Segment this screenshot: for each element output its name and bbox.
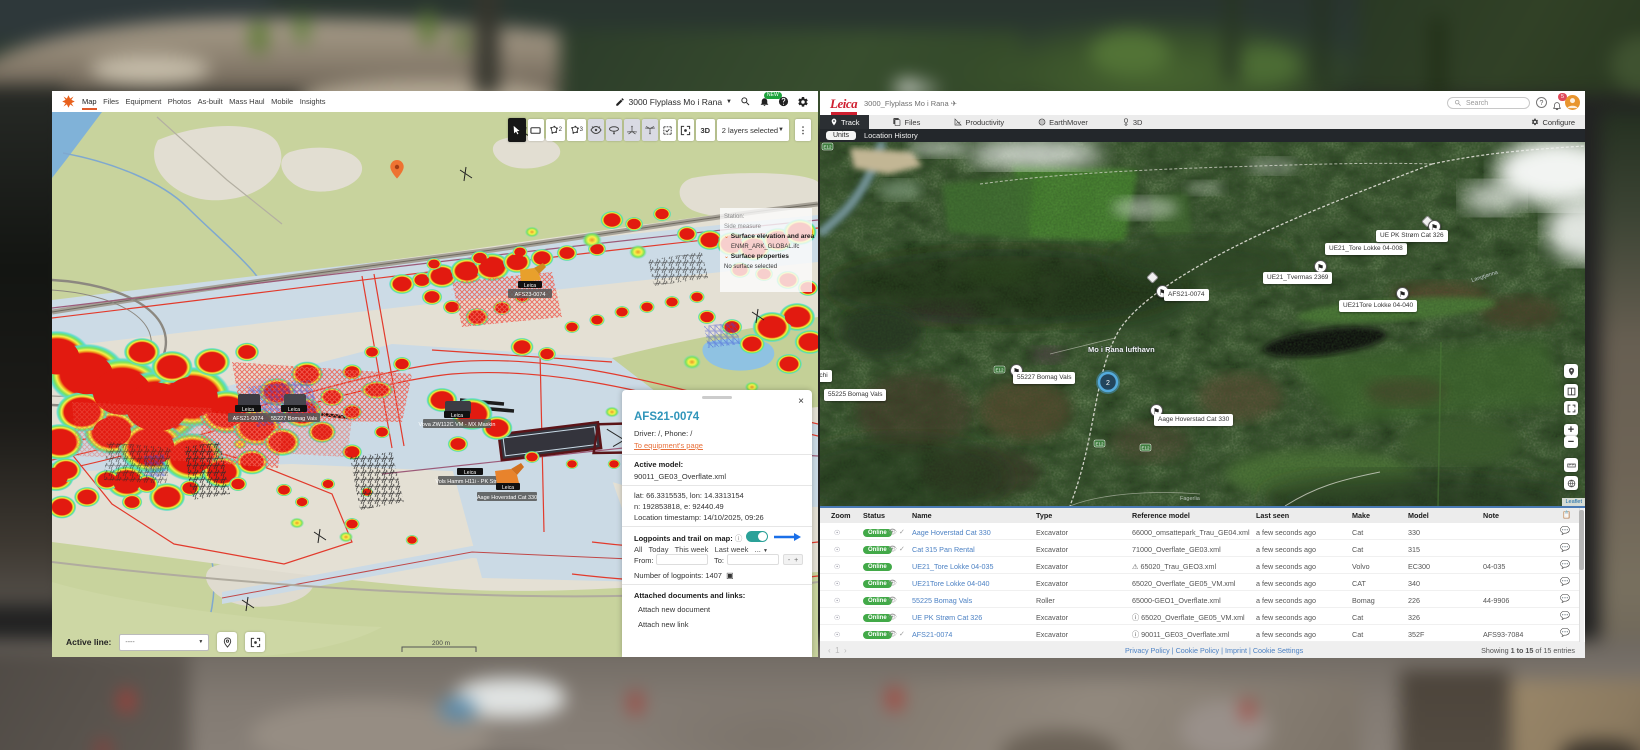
svg-text:Leica: Leica [524, 283, 536, 289]
svg-text:Leica: Leica [464, 470, 476, 476]
svg-text:Leica: Leica [502, 485, 514, 491]
svg-text:Vols Hamm H11i - PK Strøm: Vols Hamm H11i - PK Strøm [435, 479, 505, 485]
svg-text:AFS21-0074: AFS21-0074 [233, 416, 264, 422]
svg-text:Aage Hoverstad Cat 330: Aage Hoverstad Cat 330 [477, 495, 537, 501]
svg-text:E12: E12 [995, 368, 1004, 373]
svg-text:2: 2 [1106, 380, 1110, 387]
svg-text:200 m: 200 m [432, 640, 450, 647]
svg-text:55227 Bomag Vals: 55227 Bomag Vals [271, 416, 317, 422]
svg-text:Leica: Leica [451, 413, 463, 419]
svg-text:E12: E12 [823, 145, 832, 150]
svg-text:Mo i Rana lufthavn: Mo i Rana lufthavn [1088, 345, 1155, 354]
svg-text:E12: E12 [1141, 446, 1150, 451]
svg-text:Vova ZW112C VM - MX Maskin: Vova ZW112C VM - MX Maskin [419, 422, 496, 428]
svg-text:AFS23-0074: AFS23-0074 [515, 292, 546, 298]
svg-text:Leica: Leica [242, 407, 254, 413]
svg-text:E12: E12 [1095, 442, 1104, 447]
svg-text:Fagerlia: Fagerlia [1180, 496, 1201, 502]
svg-text:Leica: Leica [288, 407, 300, 413]
